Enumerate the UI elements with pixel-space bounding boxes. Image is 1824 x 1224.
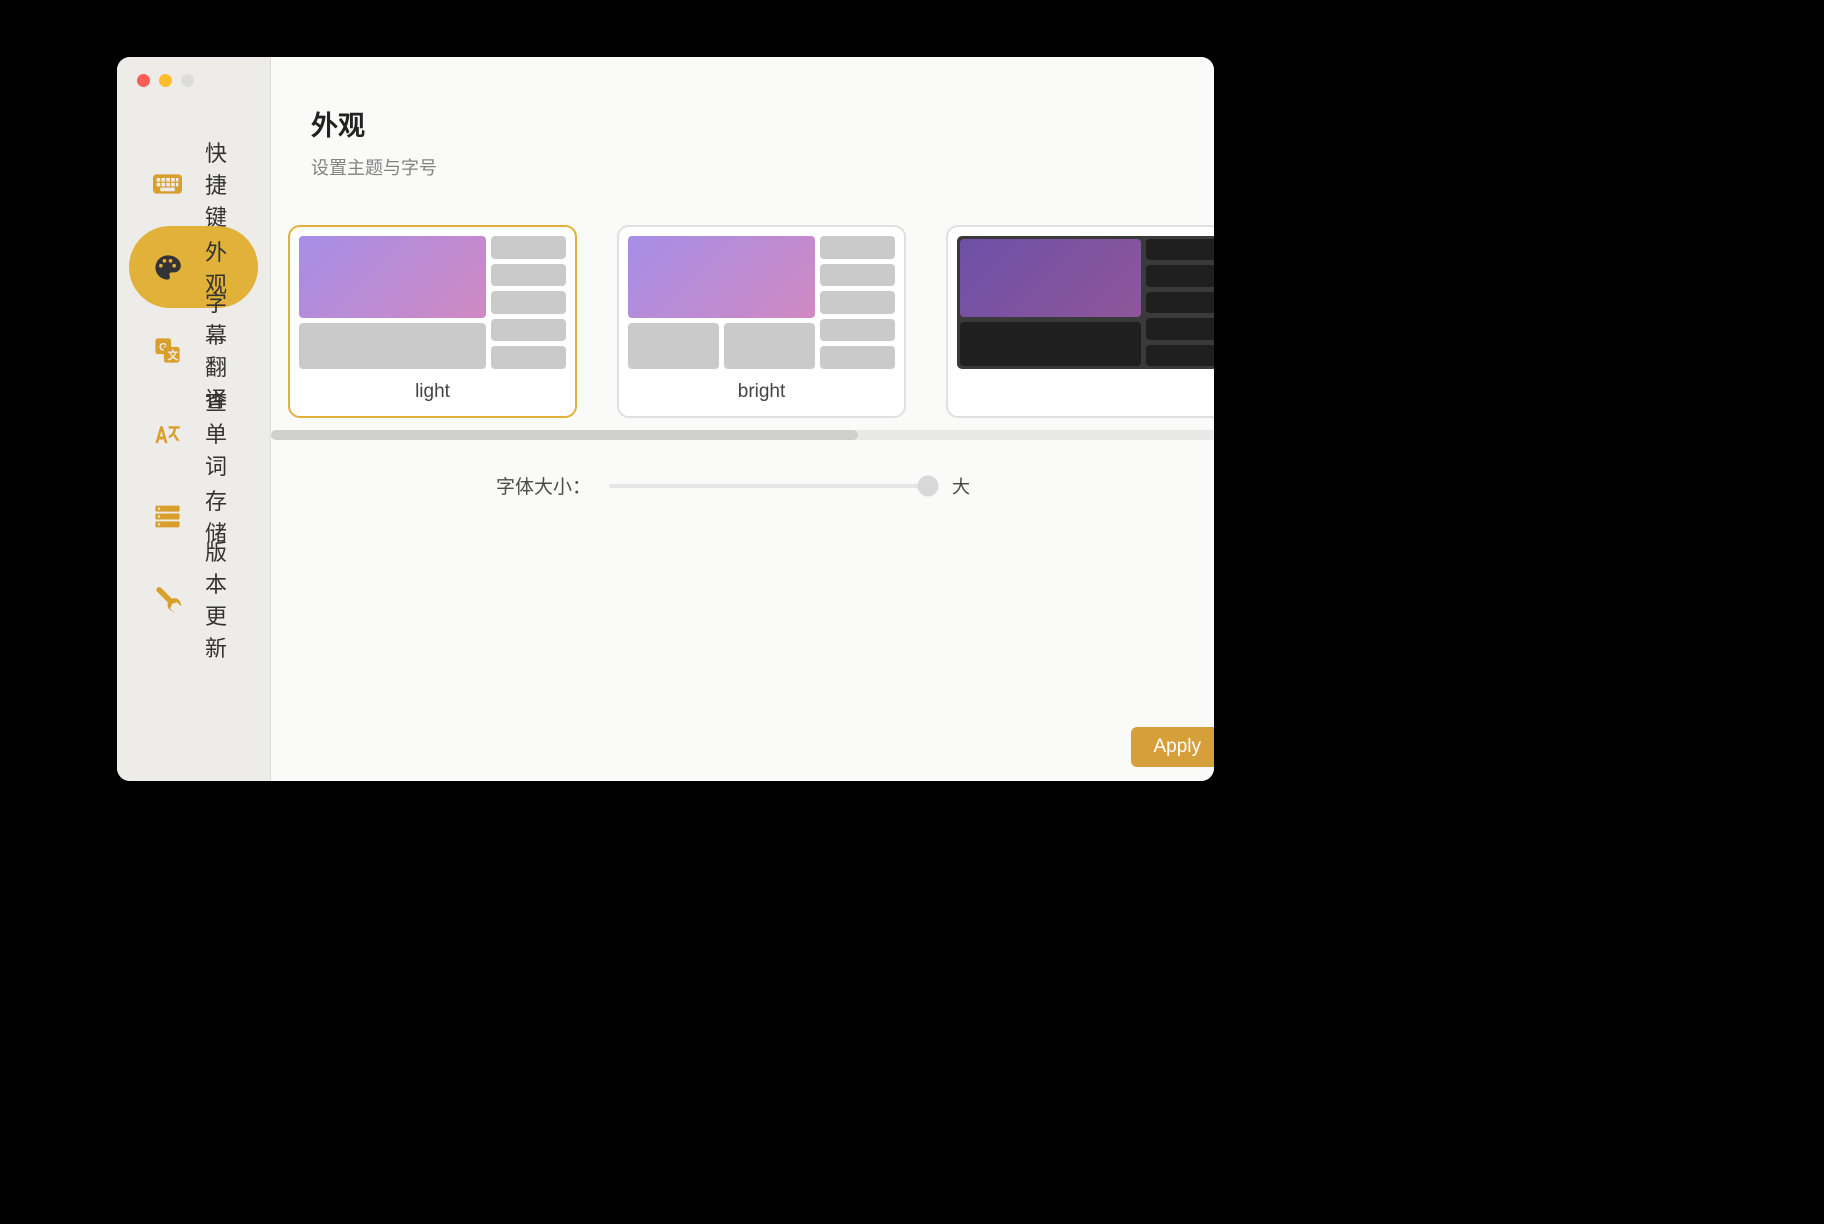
nav-list: 快捷键 外观 G文 字幕翻译 查单词 xyxy=(117,87,270,641)
nav-label: 版本更新 xyxy=(205,535,234,663)
translate-icon: G文 xyxy=(153,336,182,365)
theme-card-light[interactable]: light xyxy=(288,225,577,418)
theme-label xyxy=(957,369,1214,385)
theme-label: bright xyxy=(628,369,895,407)
page-title: 外观 xyxy=(311,104,1214,143)
nav-label: 快捷键 xyxy=(205,136,234,232)
keyboard-icon xyxy=(153,173,182,195)
apply-button[interactable]: Apply xyxy=(1131,727,1214,767)
preferences-window: 快捷键 外观 G文 字幕翻译 查单词 xyxy=(117,57,1214,781)
wrench-icon xyxy=(153,585,182,614)
theme-scrollbar[interactable] xyxy=(271,430,1214,440)
nav-update[interactable]: 版本更新 xyxy=(129,558,258,640)
content-pane: 外观 设置主题与字号 light bright xyxy=(271,57,1214,781)
slider-thumb[interactable] xyxy=(917,475,938,496)
font-size-label: 字体大小： xyxy=(496,472,591,499)
theme-card-bright[interactable]: bright xyxy=(617,225,906,418)
dictionary-icon xyxy=(153,419,182,448)
scrollbar-thumb[interactable] xyxy=(271,430,858,440)
theme-preview xyxy=(957,236,1214,369)
svg-text:文: 文 xyxy=(168,347,179,361)
nav-appearance[interactable]: 外观 xyxy=(129,226,258,308)
zoom-button-disabled xyxy=(181,74,194,87)
theme-card-dark[interactable] xyxy=(946,225,1214,418)
nav-storage[interactable]: 存储 xyxy=(129,475,258,557)
font-size-row: 字体大小： 大 xyxy=(271,472,1214,499)
theme-label: light xyxy=(299,369,566,407)
page-subtitle: 设置主题与字号 xyxy=(311,154,1214,180)
theme-list: light bright xyxy=(271,225,1214,418)
nav-translate[interactable]: G文 字幕翻译 xyxy=(129,309,258,391)
font-size-max-label: 大 xyxy=(952,473,970,499)
sidebar: 快捷键 外观 G文 字幕翻译 查单词 xyxy=(117,57,271,781)
nav-lookup[interactable]: 查单词 xyxy=(129,392,258,474)
storage-icon xyxy=(153,502,182,531)
minimize-button[interactable] xyxy=(159,74,172,87)
window-controls xyxy=(117,57,270,87)
font-size-slider[interactable] xyxy=(609,484,934,488)
theme-preview xyxy=(628,236,895,369)
theme-preview xyxy=(299,236,566,369)
close-button[interactable] xyxy=(137,74,150,87)
nav-label: 查单词 xyxy=(205,385,234,481)
nav-shortcuts[interactable]: 快捷键 xyxy=(129,143,258,225)
content-header: 外观 设置主题与字号 xyxy=(271,57,1214,180)
palette-icon xyxy=(153,253,182,282)
